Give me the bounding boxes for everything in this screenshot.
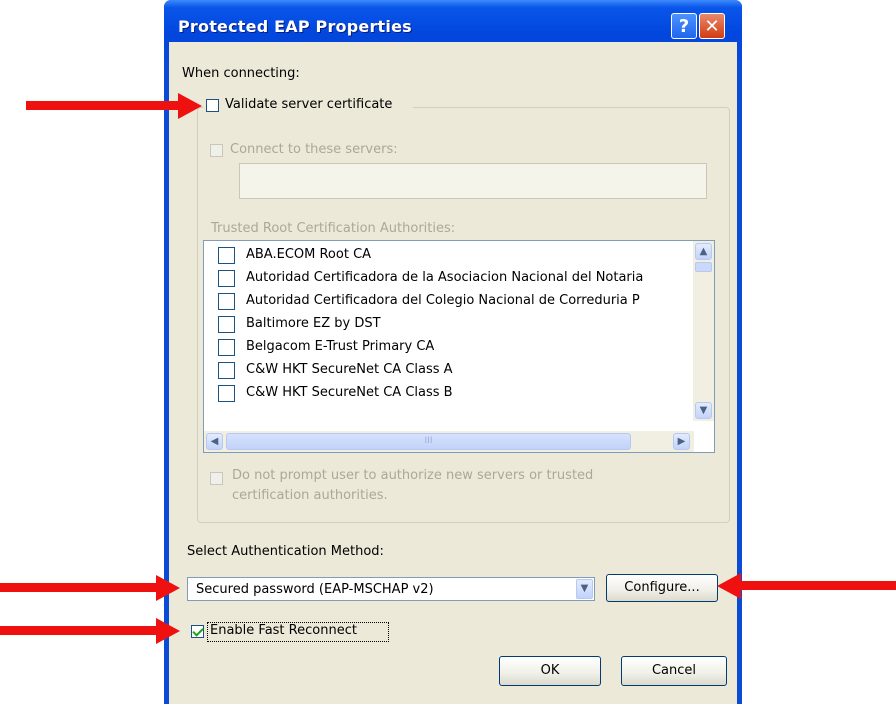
ok-button[interactable]: OK bbox=[499, 656, 601, 686]
connect-servers-checkbox[interactable] bbox=[210, 144, 223, 157]
trusted-root-label: Trusted Root Certification Authorities: bbox=[211, 221, 456, 236]
ca-checkbox[interactable] bbox=[218, 270, 235, 287]
annotation-arrow-icon bbox=[26, 92, 202, 120]
chevron-down-icon[interactable]: ▼ bbox=[576, 579, 593, 599]
fast-reconnect-row[interactable]: Enable Fast Reconnect bbox=[188, 622, 390, 642]
when-connecting-label: When connecting: bbox=[182, 66, 300, 81]
validate-cert-checkbox[interactable] bbox=[206, 99, 219, 112]
no-prompt-label-line1: Do not prompt user to authorize new serv… bbox=[232, 468, 594, 483]
list-item[interactable]: Autoridad Certificadora del Colegio Naci… bbox=[204, 289, 684, 312]
annotation-arrow-icon bbox=[0, 574, 180, 602]
help-button[interactable]: ? bbox=[671, 13, 697, 39]
list-item[interactable]: C&W HKT SecureNet CA Class B bbox=[204, 381, 684, 404]
list-item[interactable]: ABA.ECOM Root CA bbox=[204, 243, 684, 266]
ca-name: ABA.ECOM Root CA bbox=[246, 247, 372, 262]
no-prompt-label-line2: certification authorities. bbox=[232, 488, 388, 503]
no-prompt-checkbox[interactable] bbox=[210, 472, 223, 485]
scroll-down-button[interactable]: ▼ bbox=[695, 402, 712, 419]
annotation-arrow-icon bbox=[0, 617, 180, 645]
ca-checkbox[interactable] bbox=[218, 385, 235, 402]
scroll-thumb[interactable] bbox=[695, 262, 712, 272]
ca-checkbox[interactable] bbox=[218, 316, 235, 333]
dialog-window: Protected EAP Properties ? ✕ When connec… bbox=[164, 0, 742, 704]
list-item[interactable]: C&W HKT SecureNet CA Class A bbox=[204, 358, 684, 381]
ca-name: Autoridad Certificadora de la Asociacion… bbox=[246, 270, 644, 285]
fast-reconnect-label: Enable Fast Reconnect bbox=[210, 623, 357, 638]
configure-button[interactable]: Configure... bbox=[606, 574, 718, 602]
ca-name: Baltimore EZ by DST bbox=[246, 316, 381, 331]
window-title: Protected EAP Properties bbox=[178, 17, 412, 36]
validate-cert-row[interactable]: Validate server certificate bbox=[203, 96, 413, 116]
hscroll-thumb[interactable]: III bbox=[226, 433, 631, 450]
annotation-arrow-icon bbox=[717, 572, 896, 600]
ca-listbox[interactable]: ABA.ECOM Root CA Autoridad Certificadora … bbox=[203, 240, 715, 453]
validate-cert-label: Validate server certificate bbox=[225, 97, 393, 112]
ca-checkbox[interactable] bbox=[218, 362, 235, 379]
auth-method-select[interactable]: Secured password (EAP-MSCHAP v2) ▼ bbox=[187, 577, 595, 601]
auth-method-value: Secured password (EAP-MSCHAP v2) bbox=[196, 582, 434, 597]
list-item[interactable]: Autoridad Certificadora de la Asociacion… bbox=[204, 266, 684, 289]
cancel-button[interactable]: Cancel bbox=[621, 656, 727, 686]
scroll-left-button[interactable]: ◀ bbox=[206, 433, 223, 450]
close-button[interactable]: ✕ bbox=[699, 13, 725, 39]
ca-checkbox[interactable] bbox=[218, 247, 235, 264]
vertical-scrollbar[interactable]: ▲ ▼ bbox=[693, 241, 714, 421]
scroll-up-button[interactable]: ▲ bbox=[695, 243, 712, 260]
ca-name: C&W HKT SecureNet CA Class B bbox=[246, 385, 453, 400]
horizontal-scrollbar[interactable]: ◀ III ▶ bbox=[204, 431, 694, 452]
list-item[interactable]: Baltimore EZ by DST bbox=[204, 312, 684, 335]
ca-name: C&W HKT SecureNet CA Class A bbox=[246, 362, 453, 377]
ca-name: Belgacom E-Trust Primary CA bbox=[246, 339, 435, 354]
list-item[interactable]: Belgacom E-Trust Primary CA bbox=[204, 335, 684, 358]
connect-servers-label: Connect to these servers: bbox=[230, 142, 398, 157]
dialog-body: When connecting: Validate server certifi… bbox=[169, 42, 737, 704]
scroll-right-button[interactable]: ▶ bbox=[673, 433, 690, 450]
servers-input[interactable] bbox=[239, 163, 707, 199]
ca-checkbox[interactable] bbox=[218, 293, 235, 310]
ca-checkbox[interactable] bbox=[218, 339, 235, 356]
auth-method-label: Select Authentication Method: bbox=[187, 544, 384, 559]
fast-reconnect-checkbox[interactable] bbox=[191, 625, 204, 638]
ca-name: Autoridad Certificadora del Colegio Naci… bbox=[246, 293, 640, 308]
